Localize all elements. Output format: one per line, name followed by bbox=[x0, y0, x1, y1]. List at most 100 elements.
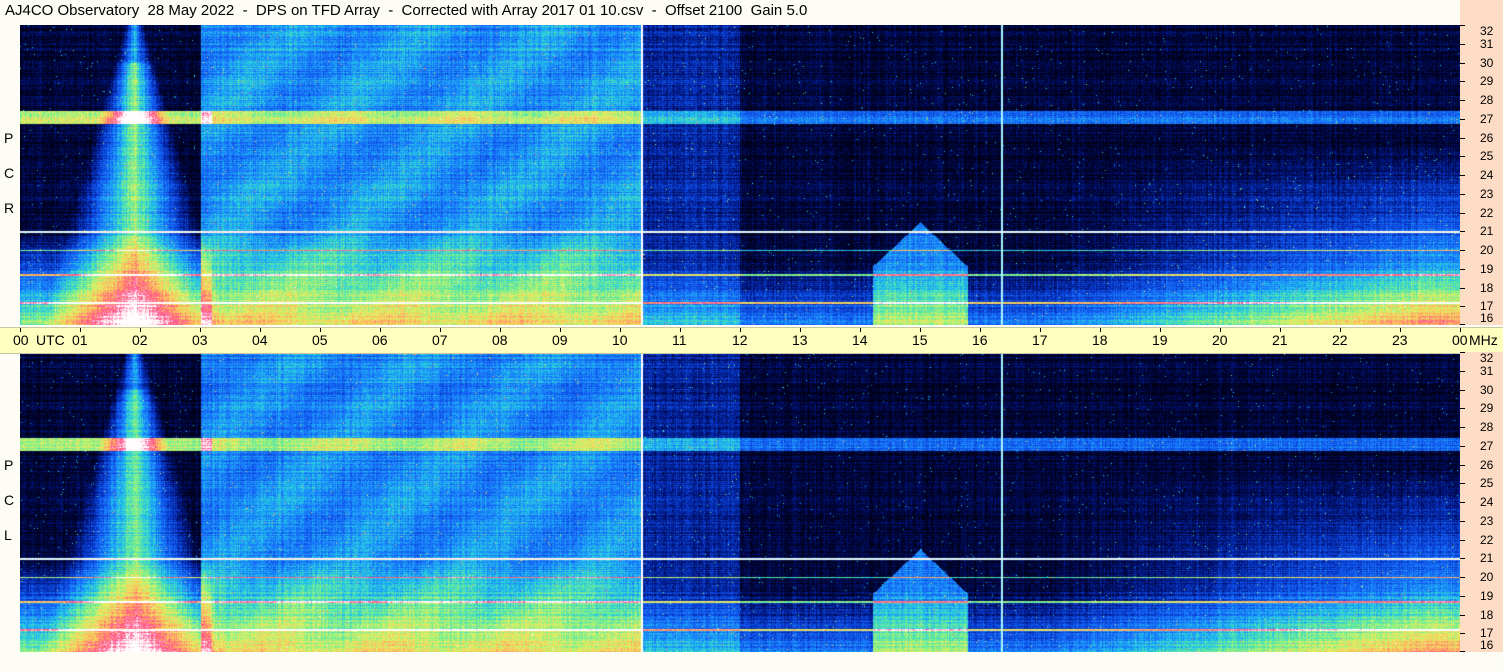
freq-tick bbox=[1460, 483, 1465, 484]
freq-tick bbox=[1460, 521, 1465, 522]
freq-tick-label: 18 bbox=[1480, 607, 1494, 622]
time-tick-label: 16 bbox=[972, 332, 988, 348]
freq-tick-label: 25 bbox=[1480, 476, 1494, 491]
freq-tick-label: 26 bbox=[1480, 457, 1494, 472]
freq-tick-label: 21 bbox=[1480, 224, 1494, 239]
freq-tick bbox=[1460, 446, 1465, 447]
time-tick-label: 05 bbox=[312, 332, 328, 348]
freq-tick-label: 27 bbox=[1480, 111, 1494, 126]
spectrogram-rcp bbox=[20, 25, 1460, 325]
time-tick-label: 20 bbox=[1212, 332, 1228, 348]
time-tick-label: 22 bbox=[1332, 332, 1348, 348]
time-tick-label: 19 bbox=[1152, 332, 1168, 348]
freq-tick-label: 32 bbox=[1480, 351, 1494, 365]
freq-tick-label: 23 bbox=[1480, 186, 1494, 201]
freq-tick bbox=[1460, 558, 1465, 559]
freq-tick bbox=[1460, 81, 1465, 82]
time-tick-label: 15 bbox=[912, 332, 928, 348]
time-tick-label: 00 bbox=[1452, 332, 1468, 348]
freq-tick-label: 22 bbox=[1480, 532, 1494, 547]
time-tick-label: 12 bbox=[732, 332, 748, 348]
spectrogram-lcp bbox=[20, 352, 1460, 652]
freq-tick-label: 21 bbox=[1480, 551, 1494, 566]
freq-tick bbox=[1460, 25, 1465, 26]
freq-tick bbox=[1460, 288, 1465, 289]
freq-tick-label: 29 bbox=[1480, 401, 1494, 416]
pol-letter: R bbox=[4, 200, 15, 216]
time-tick-label: 13 bbox=[792, 332, 808, 348]
freq-tick-label: 31 bbox=[1480, 36, 1494, 51]
freq-tick-label: 29 bbox=[1480, 74, 1494, 89]
freq-tick-label: 17 bbox=[1480, 299, 1494, 314]
time-tick-label: 03 bbox=[192, 332, 208, 348]
freq-tick-label: 20 bbox=[1480, 570, 1494, 584]
time-tick-label: 04 bbox=[252, 332, 268, 348]
pol-letter: P bbox=[4, 130, 14, 146]
freq-tick bbox=[1460, 306, 1465, 307]
freq-tick-label: 24 bbox=[1480, 168, 1494, 182]
time-tick-label: 07 bbox=[432, 332, 448, 348]
time-tick-label: 14 bbox=[852, 332, 868, 348]
time-tick-label: 21 bbox=[1272, 332, 1288, 348]
time-tick-label: 23 bbox=[1392, 332, 1408, 348]
freq-tick bbox=[1460, 250, 1465, 251]
freq-tick bbox=[1460, 44, 1465, 45]
time-tick-label: 08 bbox=[492, 332, 508, 348]
freq-tick bbox=[1460, 119, 1465, 120]
chart-title: AJ4CO Observatory 28 May 2022 - DPS on T… bbox=[5, 2, 808, 19]
freq-tick bbox=[1460, 371, 1465, 372]
freq-tick bbox=[1460, 324, 1465, 325]
time-tick-label: 02 bbox=[132, 332, 148, 348]
freq-tick-label: 17 bbox=[1480, 626, 1494, 641]
frequency-axis-lcp: 16 17 18 19 20 21 22 23 24 25 26 27 28 29 30 31 32 bbox=[1460, 351, 1503, 652]
time-tick-label: 11 bbox=[672, 332, 687, 348]
freq-tick-label: 23 bbox=[1480, 513, 1494, 528]
pol-letter: C bbox=[4, 165, 15, 181]
freq-tick-label: 28 bbox=[1480, 420, 1494, 434]
freq-tick-label: 26 bbox=[1480, 130, 1494, 145]
frequency-axis-header bbox=[1460, 0, 1503, 25]
time-tick-label: 06 bbox=[372, 332, 388, 348]
freq-tick-label: 24 bbox=[1480, 495, 1494, 509]
freq-tick bbox=[1460, 156, 1465, 157]
freq-tick-label: 22 bbox=[1480, 205, 1494, 220]
pol-letter: L bbox=[4, 527, 12, 543]
freq-tick bbox=[1460, 408, 1465, 409]
freq-tick bbox=[1460, 577, 1465, 578]
freq-tick bbox=[1460, 138, 1465, 139]
freq-tick-label: 27 bbox=[1480, 438, 1494, 453]
freq-tick bbox=[1460, 633, 1465, 634]
freq-tick-label: 30 bbox=[1480, 55, 1494, 70]
freq-tick bbox=[1460, 540, 1465, 541]
time-tick-label: 01 bbox=[72, 332, 88, 348]
freq-tick bbox=[1460, 651, 1465, 652]
freq-tick-label: 18 bbox=[1480, 280, 1494, 295]
utc-unit-label: UTC bbox=[36, 332, 65, 348]
freq-tick bbox=[1460, 175, 1465, 176]
freq-tick bbox=[1460, 390, 1465, 391]
time-tick-label: 10 bbox=[612, 332, 628, 348]
spectrogram-canvas-rcp bbox=[20, 25, 1460, 325]
freq-tick-label: 19 bbox=[1480, 261, 1494, 276]
freq-tick bbox=[1460, 194, 1465, 195]
freq-tick-label: 19 bbox=[1480, 588, 1494, 603]
polarization-label-rcp: R C P bbox=[0, 25, 20, 325]
freq-tick bbox=[1460, 63, 1465, 64]
pol-letter: P bbox=[4, 457, 14, 473]
freq-tick bbox=[1460, 269, 1465, 270]
frequency-axis-rcp: 16 17 18 19 20 21 22 23 24 25 26 27 28 29 30 31 32 bbox=[1460, 24, 1503, 325]
time-tick-label: 09 bbox=[552, 332, 568, 348]
freq-tick bbox=[1460, 231, 1465, 232]
freq-tick bbox=[1460, 502, 1465, 503]
freq-tick bbox=[1460, 213, 1465, 214]
mhz-unit-label: MHz bbox=[1469, 332, 1498, 348]
polarization-label-lcp: L C P bbox=[0, 352, 20, 652]
pol-letter: C bbox=[4, 492, 15, 508]
freq-tick bbox=[1460, 596, 1465, 597]
time-axis: 00 01 02 03 04 05 06 07 08 09 10 11 12 13 14 15 16 17 18 19… bbox=[0, 327, 1503, 354]
freq-tick bbox=[1460, 427, 1465, 428]
spectrogram-canvas-lcp bbox=[20, 352, 1460, 652]
freq-tick-label: 31 bbox=[1480, 363, 1494, 378]
time-tick-label: 17 bbox=[1032, 332, 1048, 348]
time-tick-label: 18 bbox=[1092, 332, 1108, 348]
